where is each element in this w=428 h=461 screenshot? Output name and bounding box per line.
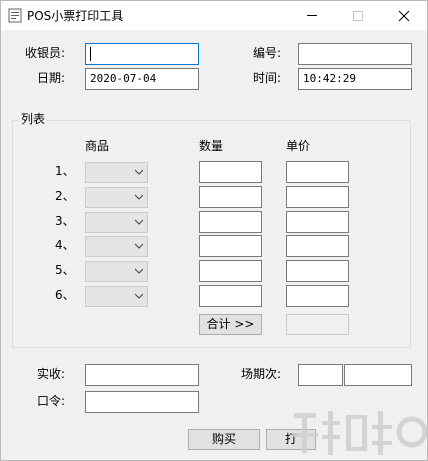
number-label: 编号: xyxy=(253,46,282,60)
cashier-input[interactable] xyxy=(85,43,199,65)
chevron-down-icon xyxy=(135,243,143,249)
received-input[interactable] xyxy=(85,364,199,386)
column-header-price: 单价 xyxy=(286,139,311,153)
quantity-input[interactable] xyxy=(199,211,262,233)
password-input[interactable] xyxy=(85,391,199,413)
list-group-title: 列表 xyxy=(19,110,48,128)
product-select[interactable] xyxy=(85,286,148,307)
text-caret xyxy=(90,47,91,61)
date-input[interactable]: 2020-07-04 xyxy=(85,68,199,90)
price-input[interactable] xyxy=(286,161,349,183)
price-input[interactable] xyxy=(286,211,349,233)
number-input[interactable] xyxy=(298,43,412,65)
close-button[interactable] xyxy=(381,1,427,30)
time-label: 时间: xyxy=(253,71,282,85)
chevron-down-icon xyxy=(135,194,143,200)
chevron-down-icon xyxy=(135,293,143,299)
session-input-1[interactable] xyxy=(298,364,343,386)
price-input[interactable] xyxy=(286,260,349,282)
received-label: 实收: xyxy=(37,367,66,381)
quantity-input[interactable] xyxy=(199,186,262,208)
session-input-2[interactable] xyxy=(344,364,412,386)
maximize-icon xyxy=(353,10,363,21)
quantity-input[interactable] xyxy=(199,235,262,257)
app-window: POS小票打印工具 收银员: 编号: 日期: 2020-07-04 时间: 10… xyxy=(0,0,428,461)
watermark-logo xyxy=(292,411,428,455)
total-button[interactable]: 合计 >> xyxy=(199,314,262,335)
quantity-input[interactable] xyxy=(199,260,262,282)
column-header-product: 商品 xyxy=(85,139,110,153)
row-index: 2、 xyxy=(55,189,75,203)
minimize-button[interactable] xyxy=(289,1,335,30)
session-label: 场期次: xyxy=(241,367,282,381)
product-select[interactable] xyxy=(85,162,148,183)
title-bar[interactable]: POS小票打印工具 xyxy=(1,1,427,30)
maximize-button[interactable] xyxy=(335,1,381,30)
total-value xyxy=(286,314,349,335)
row-index: 6、 xyxy=(55,288,75,302)
row-index: 5、 xyxy=(55,263,75,277)
row-index: 1、 xyxy=(55,164,75,178)
minimize-icon xyxy=(307,15,317,16)
chevron-down-icon xyxy=(135,169,143,175)
row-index: 4、 xyxy=(55,238,75,252)
price-input[interactable] xyxy=(286,186,349,208)
column-header-quantity: 数量 xyxy=(199,139,224,153)
product-select[interactable] xyxy=(85,212,148,233)
product-select[interactable] xyxy=(85,236,148,257)
price-input[interactable] xyxy=(286,285,349,307)
time-input[interactable]: 10:42:29 xyxy=(298,68,412,90)
date-label: 日期: xyxy=(37,71,66,85)
close-icon xyxy=(398,10,410,21)
product-select[interactable] xyxy=(85,187,148,208)
chevron-down-icon xyxy=(135,219,143,225)
quantity-input[interactable] xyxy=(199,285,262,307)
product-select[interactable] xyxy=(85,261,148,282)
buy-button[interactable]: 购买 xyxy=(188,429,260,450)
password-label: 口令: xyxy=(37,394,66,408)
row-index: 3、 xyxy=(55,214,75,228)
app-icon xyxy=(8,8,22,23)
quantity-input[interactable] xyxy=(199,161,262,183)
price-input[interactable] xyxy=(286,235,349,257)
cashier-label: 收银员: xyxy=(25,46,66,60)
chevron-down-icon xyxy=(135,268,143,274)
window-title: POS小票打印工具 xyxy=(27,9,124,23)
